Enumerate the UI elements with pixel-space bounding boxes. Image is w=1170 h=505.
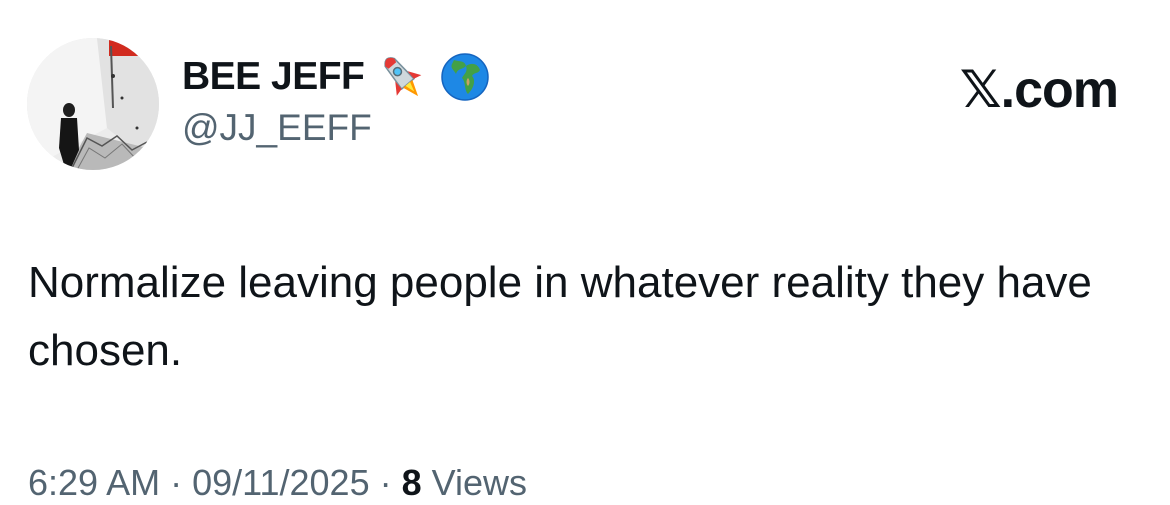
globe-icon: [440, 52, 490, 102]
author-display-name[interactable]: BEE JEFF: [182, 55, 365, 99]
meta-separator: ·: [369, 462, 402, 503]
meta-separator: ·: [160, 462, 193, 503]
views-label[interactable]: Views: [432, 462, 527, 503]
tweet-meta: 6:29 AM · 09/11/2025 · 8 Views: [28, 462, 527, 504]
author-handle[interactable]: @JJ_EEFF: [182, 107, 372, 149]
tweet-time[interactable]: 6:29 AM: [28, 462, 160, 503]
tweet-text: Normalize leaving people in whatever rea…: [28, 258, 1092, 375]
avatar-image: [27, 38, 159, 170]
x-logo[interactable]: 𝕏.com: [960, 60, 1119, 120]
views-count[interactable]: 8: [402, 462, 422, 503]
avatar[interactable]: [27, 38, 159, 170]
tweet-date[interactable]: 09/11/2025: [192, 462, 370, 503]
rocket-icon: [374, 52, 430, 102]
author-name-row: BEE JEFF: [182, 52, 490, 102]
